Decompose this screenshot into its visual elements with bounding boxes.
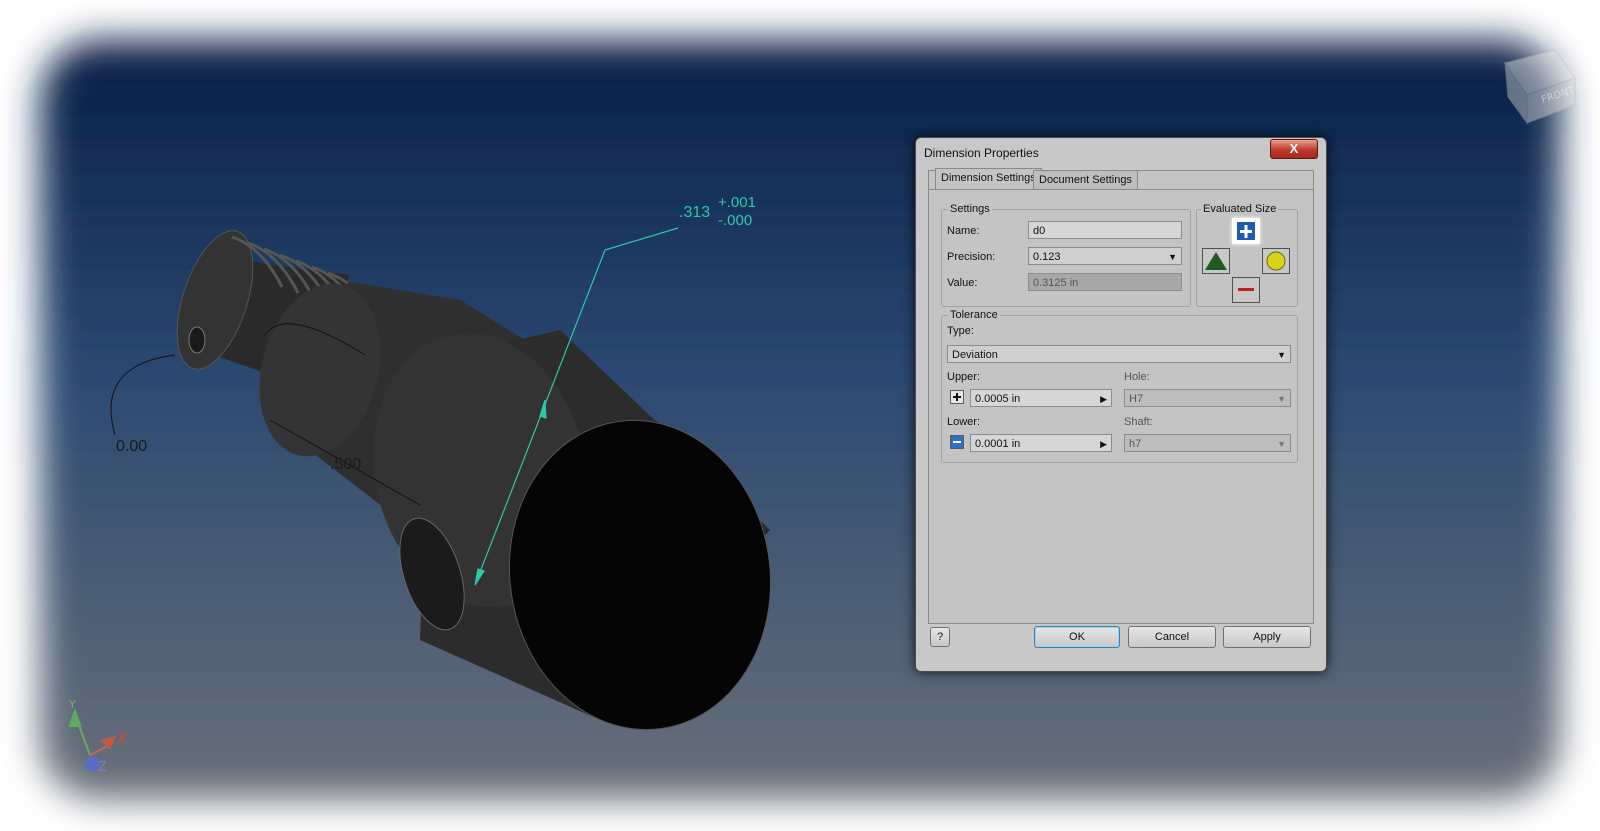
triangle-icon <box>1205 252 1227 270</box>
tab-document-settings[interactable]: Document Settings <box>1033 170 1138 190</box>
help-icon: ? <box>936 631 944 643</box>
lower-sign-button[interactable] <box>950 435 964 449</box>
ok-button[interactable]: OK <box>1034 626 1120 648</box>
shaft-value: h7 <box>1129 438 1142 450</box>
chevron-down-icon: ▼ <box>1277 350 1286 360</box>
axis-y-label: Y <box>69 698 76 711</box>
viewport-canvas <box>40 40 1576 800</box>
angle-label: 0.00 <box>116 438 148 455</box>
plus-icon <box>953 393 961 401</box>
precision-value: 0.123 <box>1033 251 1061 263</box>
evaluated-size-group: Evaluated Size <box>1196 203 1298 307</box>
minus-icon <box>1238 288 1254 291</box>
upper-tolerance-field[interactable]: 0.0005 in ▶ <box>970 389 1112 407</box>
dimension-value[interactable]: .313 <box>679 204 710 222</box>
evaluated-median-button[interactable] <box>1262 248 1290 274</box>
axis-x-label: X <box>117 729 128 747</box>
chevron-down-icon: ▼ <box>1168 252 1177 262</box>
axis-z-label: Z <box>98 760 107 775</box>
chevron-right-icon[interactable]: ▶ <box>1100 435 1107 453</box>
hole-value: H7 <box>1129 393 1144 405</box>
lower-label: Lower: <box>947 416 981 428</box>
upper-tolerance-value: 0.0005 in <box>975 393 1021 405</box>
settings-group-title: Settings <box>948 203 992 215</box>
hole-select: H7 ▼ <box>1124 389 1291 407</box>
upper-label: Upper: <box>947 371 981 383</box>
hole-label: Hole: <box>1124 371 1150 383</box>
close-button[interactable]: X <box>1270 139 1318 159</box>
minus-icon <box>953 441 961 443</box>
settings-group: Settings Name: d0 Precision: 0.123 ▼ Val… <box>941 203 1191 307</box>
apply-button[interactable]: Apply <box>1223 626 1311 648</box>
tab-dimension-settings[interactable]: Dimension Settings <box>935 168 1042 189</box>
value-label: Value: <box>947 277 978 289</box>
evaluated-upper-button[interactable] <box>1232 218 1260 244</box>
tab-divider <box>929 189 1313 190</box>
name-field[interactable]: d0 <box>1028 221 1182 239</box>
value-field: 0.3125 in <box>1028 273 1182 291</box>
tolerance-type-select[interactable]: Deviation ▼ <box>947 345 1291 363</box>
dialog-client-area: Dimension Settings Document Settings Set… <box>928 168 1314 624</box>
tolerance-group: Tolerance Type: Deviation ▼ Upper: 0.000… <box>941 309 1298 463</box>
lower-tolerance-field[interactable]: 0.0001 in ▶ <box>970 434 1112 452</box>
dimension-properties-dialog: Dimension Properties X Dimension Setting… <box>915 137 1327 672</box>
lower-tolerance-value: 0.0001 in <box>975 438 1021 450</box>
type-label: Type: <box>947 325 974 337</box>
chevron-down-icon: ▼ <box>1277 394 1286 404</box>
upper-sign-button[interactable] <box>950 390 964 404</box>
length-label: .500 <box>330 456 362 473</box>
chevron-down-icon: ▼ <box>1277 439 1286 449</box>
dimension-lower-tolerance[interactable]: -.000 <box>718 212 752 229</box>
plus-icon <box>1237 222 1255 240</box>
dialog-title: Dimension Properties <box>924 146 1039 160</box>
circle-icon <box>1266 251 1286 271</box>
precision-select[interactable]: 0.123 ▼ <box>1028 247 1182 265</box>
cancel-button[interactable]: Cancel <box>1128 626 1216 648</box>
graphics-viewport[interactable]: .313 +.001 -.000 0.00 .500 X Y Z FRONT <box>0 0 1600 831</box>
evaluated-size-title: Evaluated Size <box>1201 203 1279 215</box>
shaft-select: h7 ▼ <box>1124 434 1291 452</box>
evaluated-nominal-button[interactable] <box>1202 248 1230 274</box>
shaft-label: Shaft: <box>1124 416 1153 428</box>
help-button[interactable]: ? <box>930 627 950 647</box>
dimension-upper-tolerance[interactable]: +.001 <box>718 194 756 211</box>
tolerance-group-title: Tolerance <box>948 309 1000 321</box>
name-label: Name: <box>947 225 980 237</box>
chevron-right-icon[interactable]: ▶ <box>1100 390 1107 408</box>
precision-label: Precision: <box>947 251 996 263</box>
tolerance-type-value: Deviation <box>952 349 998 361</box>
evaluated-lower-button[interactable] <box>1232 277 1260 303</box>
